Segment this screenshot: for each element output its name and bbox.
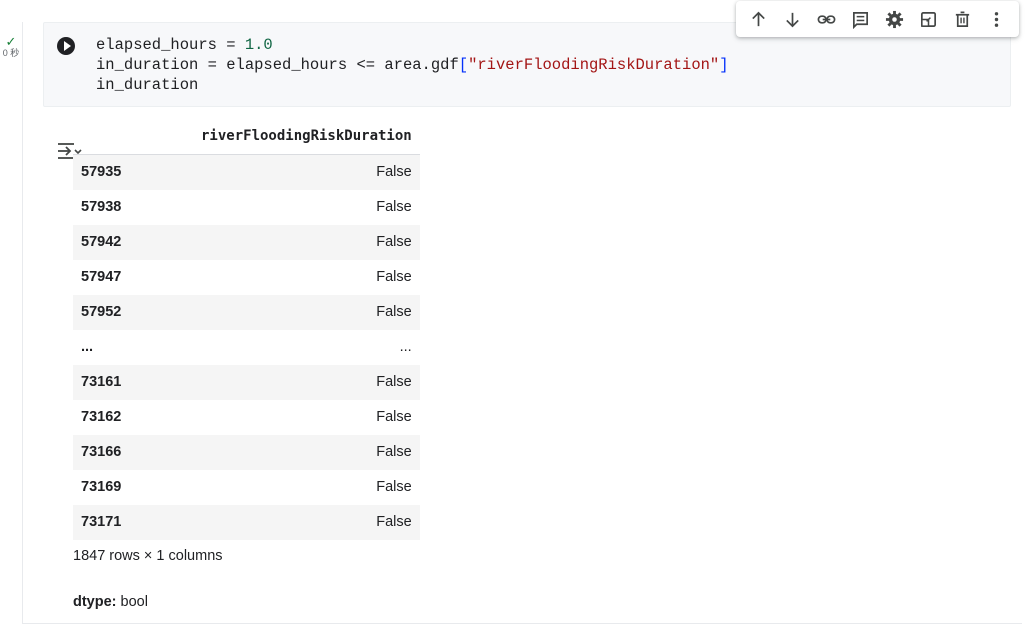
table-row: 57947 False [73,260,420,295]
table-row: 73171 False [73,504,420,540]
column-header: riverFloodingRiskDuration [193,120,420,155]
table-row: 57938 False [73,190,420,225]
row-value: False [193,154,420,190]
row-index: 57952 [73,294,193,330]
row-value: False [376,269,412,285]
dataframe-shape: 1847 rows × 1 columns [73,548,223,564]
row-index: 73162 [81,409,122,425]
row-index: 57942 [73,224,193,260]
row-value: False [193,294,420,330]
row-value: ... [193,329,420,365]
gear-icon[interactable] [881,6,907,32]
row-value: False [193,364,420,400]
row-index: 73166 [73,434,193,470]
dataframe-output: riverFloodingRiskDuration 57935 False 579… [73,120,420,540]
execution-status: ✓ 0 秒 [0,35,22,58]
table-row: 73169 False [73,470,420,505]
table-row: 73166 False [73,434,420,470]
row-value: False [376,409,412,425]
table-row: 73161 False [73,364,420,400]
row-value: False [376,479,412,495]
row-value: False [193,504,420,540]
play-icon [63,41,71,51]
dtype-label: dtype: [73,594,117,610]
dtype-info: dtype: bool [73,594,148,610]
arrow-up-icon[interactable] [746,6,772,32]
table-header-row: riverFloodingRiskDuration [73,120,420,155]
code-text[interactable]: elapsed_hours = 1.0 in_duration = elapse… [96,35,729,95]
comment-icon[interactable] [848,6,874,32]
dtype-value: bool [116,594,148,610]
table-row: 57952 False [73,294,420,330]
ellipsis-row: ...... [73,329,420,365]
row-value: False [193,434,420,470]
mirror-cell-icon[interactable] [915,6,941,32]
table-row: 57935 False [73,154,420,190]
row-value: False [376,199,412,215]
row-index: 73171 [73,504,193,540]
execution-time: 0 秒 [2,48,20,58]
cell-toolbar [736,1,1019,37]
row-index: 73161 [73,364,193,400]
check-icon: ✓ [5,34,17,49]
index-header [73,120,193,155]
link-icon[interactable] [814,6,840,32]
row-index: 57935 [73,154,193,190]
row-value: False [193,224,420,260]
row-index: 73169 [81,479,122,495]
row-index: 57947 [81,269,122,285]
table-row: 57942 False [73,224,420,260]
arrow-down-icon[interactable] [780,6,806,32]
code-line-1: elapsed_hours = 1.0 [96,36,273,54]
delete-icon[interactable] [949,6,975,32]
run-cell-button[interactable] [57,37,75,55]
table-row: 73162 False [73,400,420,435]
more-vert-icon[interactable] [983,6,1009,32]
code-line-2: in_duration = elapsed_hours <= area.gdf[… [96,56,729,74]
code-line-3: in_duration [96,76,199,94]
row-index: ... [73,329,193,365]
row-index: 57938 [81,199,122,215]
